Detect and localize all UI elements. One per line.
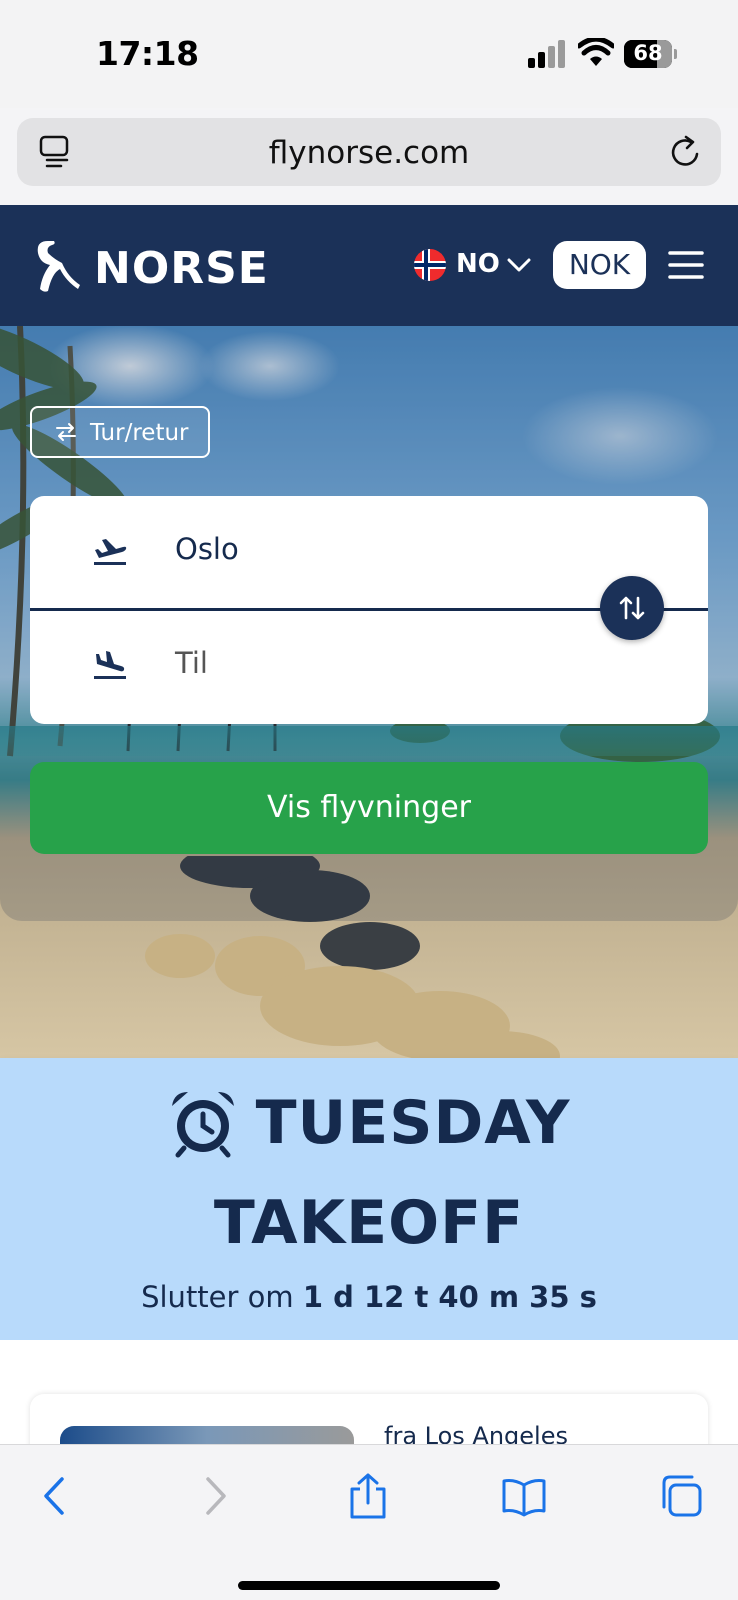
- round-trip-icon: [56, 423, 76, 441]
- home-indicator: [238, 1581, 500, 1590]
- status-bar: 17:18 68: [0, 0, 738, 108]
- browser-toolbar: [0, 1444, 738, 1600]
- norse-logo[interactable]: NORSE: [34, 235, 268, 299]
- origin-value[interactable]: Oslo: [175, 532, 239, 566]
- trip-type-button[interactable]: Tur/retur: [30, 406, 210, 458]
- status-time: 17:18: [96, 34, 199, 73]
- swap-icon: [619, 596, 645, 620]
- share-icon[interactable]: [346, 1473, 390, 1519]
- deals-section: fra Los Angeles: [0, 1340, 738, 1474]
- alarm-clock-icon: [171, 1092, 234, 1158]
- back-icon[interactable]: [34, 1473, 78, 1519]
- countdown-prefix: Slutter om: [141, 1280, 294, 1314]
- currency-button[interactable]: NOK: [553, 241, 646, 289]
- address-bar[interactable]: flynorse.com: [17, 118, 721, 186]
- countdown-value: 1 d 12 t 40 m 35 s: [302, 1280, 597, 1314]
- arrival-plane-icon: [94, 651, 126, 679]
- swap-airports-button[interactable]: [600, 576, 664, 640]
- logo-text: NORSE: [94, 243, 269, 294]
- url-text[interactable]: flynorse.com: [17, 135, 721, 171]
- tabs-icon[interactable]: [658, 1473, 702, 1519]
- chevron-down-icon: [507, 258, 531, 272]
- menu-icon[interactable]: [668, 249, 704, 281]
- battery-percent: 68: [633, 41, 663, 65]
- destination-placeholder[interactable]: Til: [175, 646, 208, 680]
- countdown: Slutter om 1 d 12 t 40 m 35 s: [0, 1280, 738, 1314]
- reload-icon[interactable]: [669, 134, 703, 170]
- show-flights-button[interactable]: Vis flyvninger: [30, 762, 708, 854]
- trip-type-label: Tur/retur: [90, 420, 189, 446]
- forward-icon[interactable]: [192, 1473, 236, 1519]
- site-header: NORSE NO NOK: [0, 205, 738, 326]
- promo-title-line1: TUESDAY: [255, 1088, 571, 1158]
- norway-flag-icon: [414, 249, 446, 281]
- wifi-icon: [578, 38, 614, 66]
- departure-plane-icon: [94, 539, 127, 565]
- promo-banner[interactable]: TUESDAY TAKEOFF Slutter om 1 d 12 t 40 m…: [0, 1058, 738, 1340]
- norse-logo-icon: [37, 241, 80, 292]
- promo-title-line2: TAKEOFF: [213, 1188, 525, 1258]
- signal-icon: [528, 40, 565, 68]
- bookmarks-icon[interactable]: [502, 1473, 546, 1519]
- flight-search-card: Oslo Til: [30, 496, 708, 724]
- battery-icon: 68: [624, 40, 677, 68]
- language-code: NO: [456, 249, 500, 279]
- hero-section: Tur/retur Oslo Til Vis flyvninger: [0, 326, 738, 1058]
- promo-title-row: TUESDAY: [0, 1088, 738, 1168]
